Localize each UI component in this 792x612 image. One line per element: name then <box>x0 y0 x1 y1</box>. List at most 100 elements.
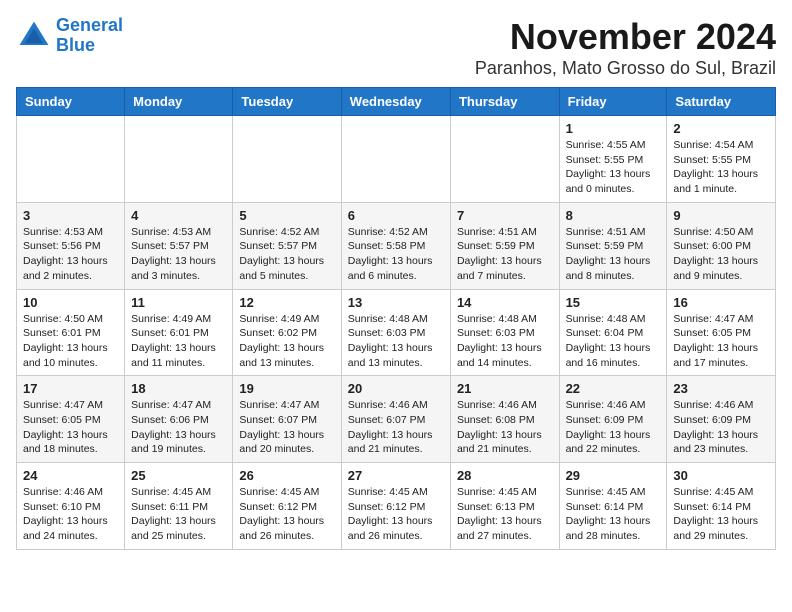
logo-text: General Blue <box>56 16 123 56</box>
day-info: Sunrise: 4:48 AMSunset: 6:03 PMDaylight:… <box>457 312 553 371</box>
calendar-cell: 3 Sunrise: 4:53 AMSunset: 5:56 PMDaylight… <box>17 202 125 289</box>
calendar-cell: 30Sunrise: 4:45 AMSunset: 6:14 PMDayligh… <box>667 463 776 550</box>
calendar-cell: 28 Sunrise: 4:45 AMSunset: 6:13 PMDayligh… <box>450 463 559 550</box>
calendar-week-3: 10 Sunrise: 4:50 AMSunset: 6:01 PMDayligh… <box>17 289 776 376</box>
calendar-cell: 13Sunrise: 4:48 AMSunset: 6:03 PMDayligh… <box>341 289 450 376</box>
calendar-cell <box>125 116 233 203</box>
calendar-cell: 16Sunrise: 4:47 AMSunset: 6:05 PMDayligh… <box>667 289 776 376</box>
day-number: 22 <box>566 381 661 396</box>
day-info: Sunrise: 4:48 AMSunset: 6:03 PMDaylight:… <box>348 312 444 371</box>
day-number: 25 <box>131 468 226 483</box>
calendar-cell: 7 Sunrise: 4:51 AMSunset: 5:59 PMDaylight… <box>450 202 559 289</box>
day-info: Sunrise: 4:45 AMSunset: 6:12 PMDaylight:… <box>348 485 444 544</box>
month-title: November 2024 <box>475 16 776 58</box>
day-info: Sunrise: 4:51 AMSunset: 5:59 PMDaylight:… <box>566 225 661 284</box>
page-header: General Blue November 2024 Paranhos, Mat… <box>16 16 776 79</box>
day-info: Sunrise: 4:55 AMSunset: 5:55 PMDaylight:… <box>566 138 661 197</box>
day-info: Sunrise: 4:47 AMSunset: 6:05 PMDaylight:… <box>23 398 118 457</box>
calendar-cell: 6 Sunrise: 4:52 AMSunset: 5:58 PMDaylight… <box>341 202 450 289</box>
day-info: Sunrise: 4:46 AMSunset: 6:09 PMDaylight:… <box>673 398 769 457</box>
weekday-header-tuesday: Tuesday <box>233 88 341 116</box>
day-info: Sunrise: 4:50 AMSunset: 6:01 PMDaylight:… <box>23 312 118 371</box>
day-info: Sunrise: 4:47 AMSunset: 6:06 PMDaylight:… <box>131 398 226 457</box>
day-number: 16 <box>673 295 769 310</box>
weekday-header-monday: Monday <box>125 88 233 116</box>
day-number: 5 <box>239 208 334 223</box>
day-number: 10 <box>23 295 118 310</box>
calendar-cell: 19Sunrise: 4:47 AMSunset: 6:07 PMDayligh… <box>233 376 341 463</box>
calendar-cell: 21 Sunrise: 4:46 AMSunset: 6:08 PMDayligh… <box>450 376 559 463</box>
calendar-cell: 8 Sunrise: 4:51 AMSunset: 5:59 PMDaylight… <box>559 202 667 289</box>
day-number: 28 <box>457 468 553 483</box>
calendar-cell: 25 Sunrise: 4:45 AMSunset: 6:11 PMDayligh… <box>125 463 233 550</box>
day-number: 18 <box>131 381 226 396</box>
calendar-week-5: 24 Sunrise: 4:46 AMSunset: 6:10 PMDayligh… <box>17 463 776 550</box>
day-number: 29 <box>566 468 661 483</box>
calendar-cell: 10 Sunrise: 4:50 AMSunset: 6:01 PMDayligh… <box>17 289 125 376</box>
day-info: Sunrise: 4:46 AMSunset: 6:08 PMDaylight:… <box>457 398 553 457</box>
calendar-table: SundayMondayTuesdayWednesdayThursdayFrid… <box>16 87 776 550</box>
calendar-cell: 14Sunrise: 4:48 AMSunset: 6:03 PMDayligh… <box>450 289 559 376</box>
calendar-cell <box>450 116 559 203</box>
calendar-cell: 9Sunrise: 4:50 AMSunset: 6:00 PMDaylight… <box>667 202 776 289</box>
day-number: 11 <box>131 295 226 310</box>
calendar-cell: 20Sunrise: 4:46 AMSunset: 6:07 PMDayligh… <box>341 376 450 463</box>
day-number: 1 <box>566 121 661 136</box>
calendar-cell: 18 Sunrise: 4:47 AMSunset: 6:06 PMDayligh… <box>125 376 233 463</box>
day-info: Sunrise: 4:49 AMSunset: 6:01 PMDaylight:… <box>131 312 226 371</box>
calendar-cell: 12Sunrise: 4:49 AMSunset: 6:02 PMDayligh… <box>233 289 341 376</box>
day-info: Sunrise: 4:45 AMSunset: 6:14 PMDaylight:… <box>673 485 769 544</box>
logo: General Blue <box>16 16 123 56</box>
day-number: 6 <box>348 208 444 223</box>
weekday-header-thursday: Thursday <box>450 88 559 116</box>
day-info: Sunrise: 4:52 AMSunset: 5:57 PMDaylight:… <box>239 225 334 284</box>
calendar-cell: 22 Sunrise: 4:46 AMSunset: 6:09 PMDayligh… <box>559 376 667 463</box>
calendar-week-2: 3 Sunrise: 4:53 AMSunset: 5:56 PMDaylight… <box>17 202 776 289</box>
title-block: November 2024 Paranhos, Mato Grosso do S… <box>475 16 776 79</box>
day-info: Sunrise: 4:46 AMSunset: 6:10 PMDaylight:… <box>23 485 118 544</box>
day-info: Sunrise: 4:52 AMSunset: 5:58 PMDaylight:… <box>348 225 444 284</box>
calendar-cell: 2 Sunrise: 4:54 AMSunset: 5:55 PMDaylight… <box>667 116 776 203</box>
day-info: Sunrise: 4:46 AMSunset: 6:09 PMDaylight:… <box>566 398 661 457</box>
day-number: 24 <box>23 468 118 483</box>
day-info: Sunrise: 4:53 AMSunset: 5:56 PMDaylight:… <box>23 225 118 284</box>
day-number: 7 <box>457 208 553 223</box>
calendar-cell: 26Sunrise: 4:45 AMSunset: 6:12 PMDayligh… <box>233 463 341 550</box>
calendar-cell <box>17 116 125 203</box>
location-title: Paranhos, Mato Grosso do Sul, Brazil <box>475 58 776 79</box>
calendar-cell: 15 Sunrise: 4:48 AMSunset: 6:04 PMDayligh… <box>559 289 667 376</box>
day-number: 2 <box>673 121 769 136</box>
calendar-cell <box>341 116 450 203</box>
calendar-week-4: 17 Sunrise: 4:47 AMSunset: 6:05 PMDayligh… <box>17 376 776 463</box>
weekday-header-friday: Friday <box>559 88 667 116</box>
day-number: 26 <box>239 468 334 483</box>
calendar-cell: 5 Sunrise: 4:52 AMSunset: 5:57 PMDaylight… <box>233 202 341 289</box>
calendar-cell: 24 Sunrise: 4:46 AMSunset: 6:10 PMDayligh… <box>17 463 125 550</box>
day-info: Sunrise: 4:54 AMSunset: 5:55 PMDaylight:… <box>673 138 769 197</box>
day-number: 23 <box>673 381 769 396</box>
day-info: Sunrise: 4:45 AMSunset: 6:11 PMDaylight:… <box>131 485 226 544</box>
day-info: Sunrise: 4:48 AMSunset: 6:04 PMDaylight:… <box>566 312 661 371</box>
calendar-cell: 4 Sunrise: 4:53 AMSunset: 5:57 PMDaylight… <box>125 202 233 289</box>
calendar-cell: 11 Sunrise: 4:49 AMSunset: 6:01 PMDayligh… <box>125 289 233 376</box>
calendar-cell: 27 Sunrise: 4:45 AMSunset: 6:12 PMDayligh… <box>341 463 450 550</box>
day-info: Sunrise: 4:45 AMSunset: 6:13 PMDaylight:… <box>457 485 553 544</box>
weekday-header-saturday: Saturday <box>667 88 776 116</box>
day-info: Sunrise: 4:45 AMSunset: 6:14 PMDaylight:… <box>566 485 661 544</box>
day-info: Sunrise: 4:53 AMSunset: 5:57 PMDaylight:… <box>131 225 226 284</box>
weekday-header-row: SundayMondayTuesdayWednesdayThursdayFrid… <box>17 88 776 116</box>
logo-icon <box>16 18 52 54</box>
day-number: 4 <box>131 208 226 223</box>
day-number: 27 <box>348 468 444 483</box>
day-number: 15 <box>566 295 661 310</box>
day-number: 8 <box>566 208 661 223</box>
day-number: 12 <box>239 295 334 310</box>
day-number: 17 <box>23 381 118 396</box>
calendar-cell: 17 Sunrise: 4:47 AMSunset: 6:05 PMDayligh… <box>17 376 125 463</box>
weekday-header-sunday: Sunday <box>17 88 125 116</box>
day-number: 20 <box>348 381 444 396</box>
day-number: 3 <box>23 208 118 223</box>
day-info: Sunrise: 4:51 AMSunset: 5:59 PMDaylight:… <box>457 225 553 284</box>
calendar-cell: 1 Sunrise: 4:55 AMSunset: 5:55 PMDaylight… <box>559 116 667 203</box>
day-number: 21 <box>457 381 553 396</box>
